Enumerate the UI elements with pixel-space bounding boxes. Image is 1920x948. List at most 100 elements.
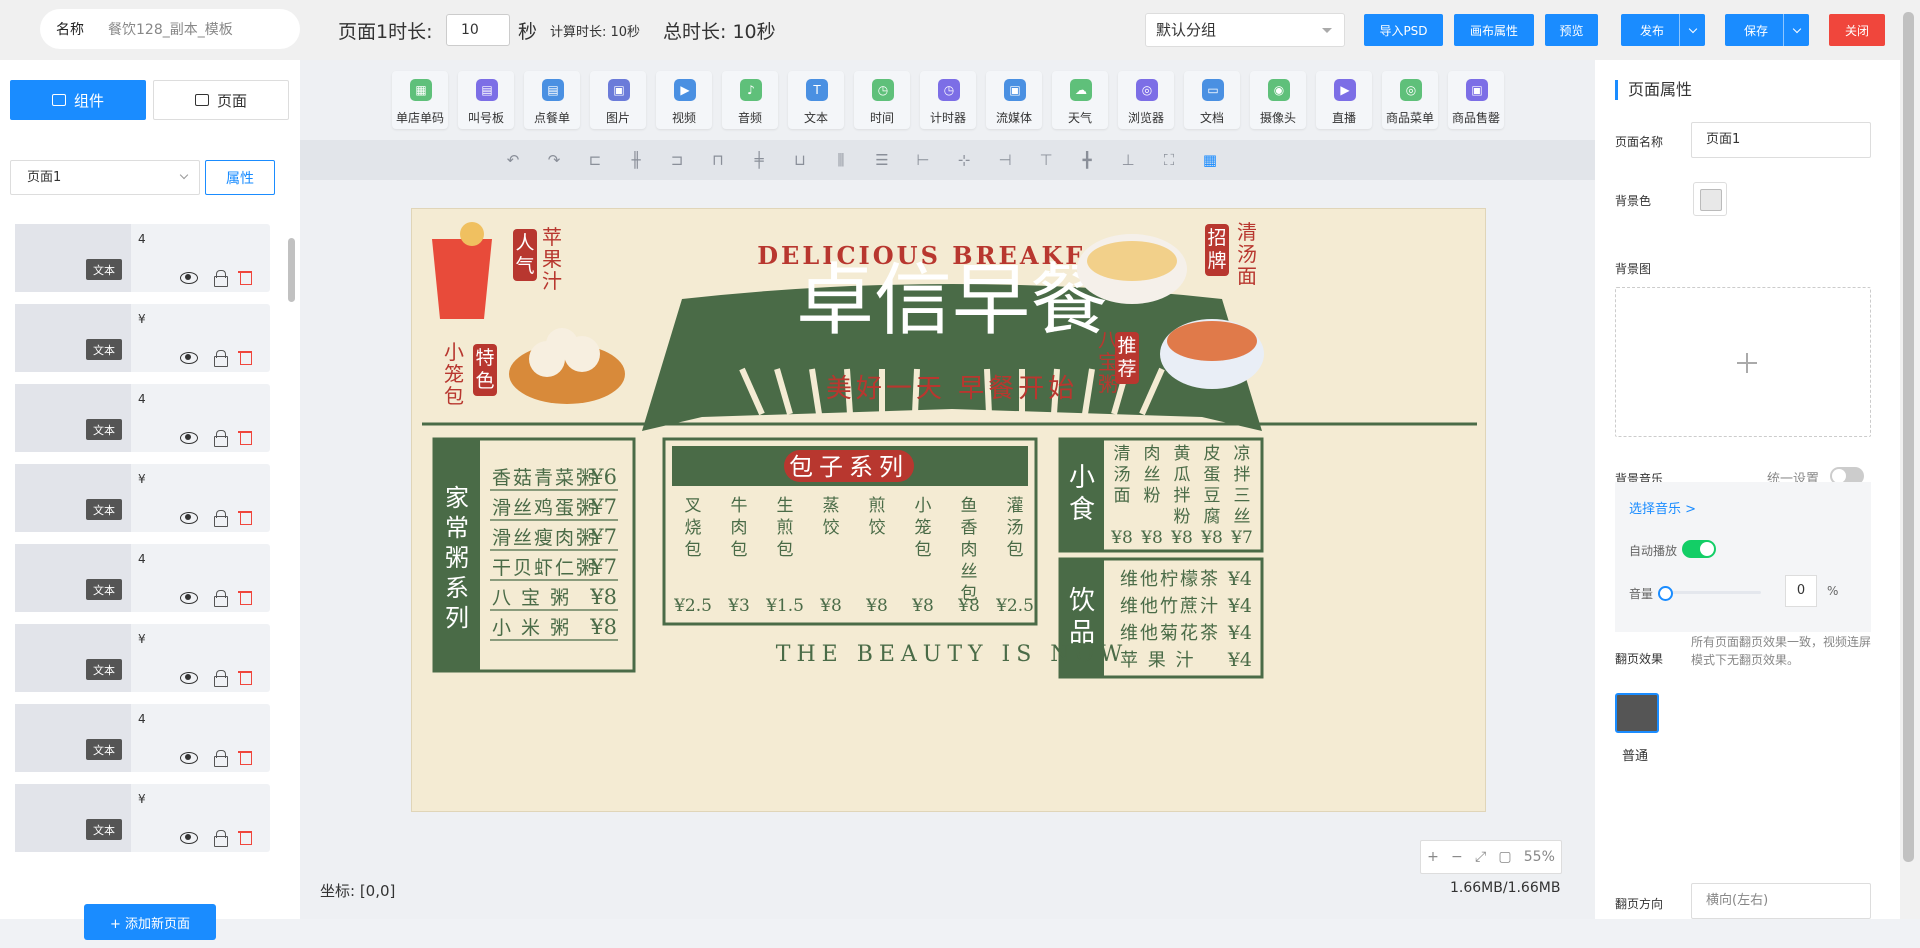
layer-item[interactable]: 文本 ¥ (15, 784, 270, 852)
undo-icon[interactable]: ↶ (505, 151, 521, 169)
component-8[interactable]: ◷ 计时器 (920, 71, 976, 129)
bg-image-upload[interactable] (1615, 287, 1871, 437)
fullscreen-icon[interactable]: ⛶ (1161, 151, 1177, 169)
trash-icon[interactable] (238, 270, 254, 285)
layer-item[interactable]: 文本 4 (15, 384, 270, 452)
layer-item[interactable]: 文本 4 (15, 224, 270, 292)
layer-item[interactable]: 文本 ¥ (15, 304, 270, 372)
component-9[interactable]: ▣ 流媒体 (986, 71, 1042, 129)
page-name-input[interactable]: 页面1 (1691, 122, 1871, 158)
name-field[interactable]: 名称 餐饮128_副本_模板 (40, 9, 300, 49)
publish-dropdown-icon[interactable] (1679, 14, 1705, 46)
page-select[interactable]: 页面1 (10, 160, 200, 195)
canvas-properties-button[interactable]: 画布属性 (1454, 14, 1534, 46)
trash-icon[interactable] (238, 830, 254, 845)
trash-icon[interactable] (238, 430, 254, 445)
group-select[interactable]: 默认分组 (1145, 13, 1345, 47)
grid-icon[interactable]: ▦ (1202, 151, 1218, 169)
trash-icon[interactable] (238, 350, 254, 365)
preview-button[interactable]: 预览 (1545, 14, 1598, 46)
lock-icon[interactable] (213, 830, 229, 847)
lock-icon[interactable] (213, 350, 229, 367)
layer-item[interactable]: 文本 ¥ (15, 464, 270, 532)
distribute-h-icon[interactable]: ⫼ (833, 151, 849, 169)
flip-direction-select[interactable]: 横向(左右) (1691, 883, 1871, 919)
name-value[interactable]: 餐饮128_副本_模板 (108, 19, 233, 39)
publish-button[interactable]: 发布 (1621, 14, 1705, 46)
lock-icon[interactable] (213, 670, 229, 687)
trash-icon[interactable] (238, 670, 254, 685)
canvas[interactable]: DELICIOUS BREAKFAST 卓信早餐 美好一天 早餐开始 THE B… (411, 208, 1486, 812)
component-10[interactable]: ☁ 天气 (1052, 71, 1108, 129)
page-scroll-thumb[interactable] (1903, 12, 1914, 862)
edge-right-icon[interactable]: ⊣ (997, 151, 1013, 169)
align-hcenter-icon[interactable]: ╫ (628, 151, 644, 169)
bg-color-picker[interactable] (1693, 182, 1727, 216)
align-top-icon[interactable]: ⊓ (710, 151, 726, 169)
eye-icon[interactable] (180, 430, 198, 444)
page-duration-input[interactable]: 10 (446, 14, 510, 46)
page-scrollbar[interactable] (1900, 0, 1920, 919)
edge-bottom-icon[interactable]: ⊥ (1120, 151, 1136, 169)
component-3[interactable]: ▣ 图片 (590, 71, 646, 129)
lock-icon[interactable] (213, 590, 229, 607)
eye-icon[interactable] (180, 510, 198, 524)
eye-icon[interactable] (180, 670, 198, 684)
lock-icon[interactable] (213, 430, 229, 447)
eye-icon[interactable] (180, 270, 198, 284)
eye-icon[interactable] (180, 590, 198, 604)
lock-icon[interactable] (213, 750, 229, 767)
eye-icon[interactable] (180, 750, 198, 764)
edge-left-icon[interactable]: ⊢ (915, 151, 931, 169)
save-dropdown-icon[interactable] (1783, 14, 1809, 46)
flip-effect-normal-option[interactable] (1615, 693, 1659, 733)
component-6[interactable]: T 文本 (788, 71, 844, 129)
component-0[interactable]: ▦ 单店单码 (392, 71, 448, 129)
autoplay-toggle[interactable] (1682, 540, 1716, 558)
component-13[interactable]: ◉ 摄像头 (1250, 71, 1306, 129)
trash-icon[interactable] (238, 750, 254, 765)
redo-icon[interactable]: ↷ (546, 151, 562, 169)
component-15[interactable]: ◎ 商品菜单 (1382, 71, 1438, 129)
tab-components[interactable]: 组件 (10, 80, 146, 120)
component-2[interactable]: ▤ 点餐单 (524, 71, 580, 129)
save-button[interactable]: 保存 (1725, 14, 1809, 46)
zoom-in-icon[interactable]: + (1427, 849, 1439, 865)
distribute-v-icon[interactable]: ☰ (874, 151, 890, 169)
component-16[interactable]: ▣ 商品售罄 (1448, 71, 1504, 129)
close-button[interactable]: 关闭 (1829, 14, 1885, 46)
component-7[interactable]: ◷ 时间 (854, 71, 910, 129)
layer-item[interactable]: 文本 4 (15, 544, 270, 612)
component-12[interactable]: ▭ 文档 (1184, 71, 1240, 129)
choose-music-link[interactable]: 选择音乐 > (1629, 498, 1696, 517)
lock-icon[interactable] (213, 510, 229, 527)
add-page-button[interactable]: + 添加新页面 (84, 904, 216, 940)
eye-icon[interactable] (180, 830, 198, 844)
trash-icon[interactable] (238, 510, 254, 525)
layer-item[interactable]: 文本 4 (15, 704, 270, 772)
volume-slider[interactable] (1658, 586, 1761, 601)
align-left-icon[interactable]: ⊏ (587, 151, 603, 169)
component-5[interactable]: ♪ 音频 (722, 71, 778, 129)
actual-size-icon[interactable]: ▢ (1498, 849, 1511, 865)
volume-input[interactable]: 0 (1785, 575, 1817, 607)
edge-top-icon[interactable]: ⊤ (1038, 151, 1054, 169)
align-right-icon[interactable]: ⊐ (669, 151, 685, 169)
align-bottom-icon[interactable]: ⊔ (792, 151, 808, 169)
edge-hcenter-icon[interactable]: ⊹ (956, 151, 972, 169)
scroll-thumb[interactable] (288, 238, 295, 302)
zoom-out-icon[interactable]: − (1451, 849, 1463, 865)
align-vcenter-icon[interactable]: ╪ (751, 151, 767, 169)
edge-vcenter-icon[interactable]: ╋ (1079, 151, 1095, 169)
fit-icon[interactable]: ⤢ (1475, 849, 1486, 865)
trash-icon[interactable] (238, 590, 254, 605)
eye-icon[interactable] (180, 350, 198, 364)
component-1[interactable]: ▤ 叫号板 (458, 71, 514, 129)
tab-pages[interactable]: 页面 (153, 80, 289, 120)
layer-item[interactable]: 文本 ¥ (15, 624, 270, 692)
import-psd-button[interactable]: 导入PSD (1364, 14, 1443, 46)
component-11[interactable]: ◎ 浏览器 (1118, 71, 1174, 129)
lock-icon[interactable] (213, 270, 229, 287)
component-4[interactable]: ▶ 视频 (656, 71, 712, 129)
attributes-button[interactable]: 属性 (205, 160, 275, 195)
